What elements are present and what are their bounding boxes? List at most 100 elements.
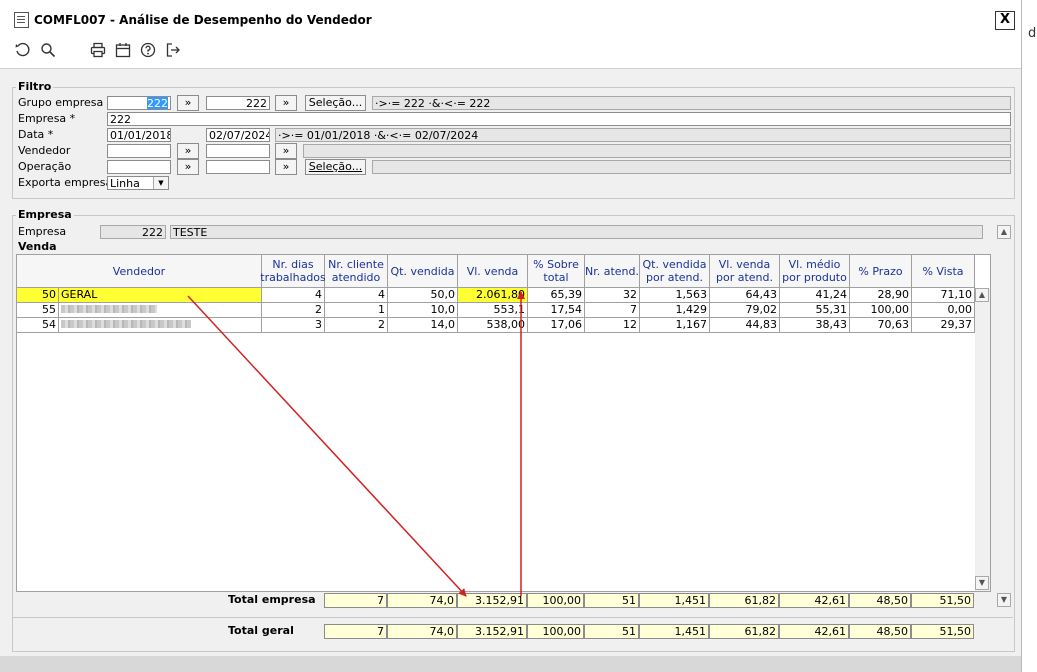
table-cell[interactable]: 44,83: [710, 318, 780, 333]
print-icon[interactable]: [88, 40, 108, 60]
table-cell[interactable]: 0,00: [912, 303, 975, 318]
column-header[interactable]: Vl. venda por atend.: [710, 255, 780, 288]
table-cell[interactable]: 1: [325, 303, 388, 318]
table-cell[interactable]: 14,0: [388, 318, 458, 333]
column-header[interactable]: % Prazo: [850, 255, 912, 288]
table-cell[interactable]: 1,167: [640, 318, 710, 333]
grupo-empresa-range-button[interactable]: »: [177, 95, 199, 111]
table-cell[interactable]: 65,39: [528, 288, 585, 303]
grupo-empresa-to-input[interactable]: 222: [206, 96, 270, 110]
table-cell[interactable]: 28,90: [850, 288, 912, 303]
column-header[interactable]: % Sobre total: [528, 255, 585, 288]
scroll-up-icon[interactable]: ▲: [975, 288, 989, 302]
help-icon[interactable]: [138, 40, 158, 60]
empresa-section-title: Empresa: [16, 208, 74, 221]
vendedor-to-input[interactable]: [206, 144, 270, 158]
exit-icon[interactable]: [163, 40, 183, 60]
vendedor-name-text: GERAL: [61, 288, 98, 301]
redacted-name: [61, 320, 191, 328]
table-cell[interactable]: 79,02: [710, 303, 780, 318]
grupo-empresa-range-button-2[interactable]: »: [275, 95, 297, 111]
chevron-down-icon[interactable]: ▼: [153, 177, 168, 189]
calendar-icon[interactable]: [113, 40, 133, 60]
table-cell[interactable]: 17,54: [528, 303, 585, 318]
operacao-selecao-button[interactable]: Seleção...: [305, 159, 366, 175]
table-cell[interactable]: 100,00: [850, 303, 912, 318]
grupo-empresa-from-input[interactable]: 222: [107, 96, 171, 110]
total-cell: 51,50: [911, 624, 974, 639]
table-cell[interactable]: 29,37: [912, 318, 975, 333]
table-cell[interactable]: 41,24: [780, 288, 850, 303]
grupo-empresa-selecao-button[interactable]: Seleção...: [305, 95, 366, 111]
vendedor-name-cell[interactable]: GERAL: [59, 288, 262, 303]
empresa-input[interactable]: 222: [107, 112, 1011, 126]
table-cell[interactable]: 538,00: [458, 318, 528, 333]
vendedor-name-cell[interactable]: [59, 303, 262, 318]
operacao-range-button-2[interactable]: »: [275, 159, 297, 175]
column-header[interactable]: % Vista: [912, 255, 975, 288]
total-cell: 48,50: [849, 624, 911, 639]
status-bar: [0, 656, 1021, 672]
table-cell[interactable]: 64,43: [710, 288, 780, 303]
table-cell[interactable]: 10,0: [388, 303, 458, 318]
table-cell[interactable]: 7: [585, 303, 640, 318]
table-cell[interactable]: 70,63: [850, 318, 912, 333]
empresa-name-field: TESTE: [170, 225, 983, 239]
table-cell[interactable]: 55,31: [780, 303, 850, 318]
column-header[interactable]: Nr. cliente atendido: [325, 255, 388, 288]
table-cell[interactable]: 12: [585, 318, 640, 333]
table-cell[interactable]: 553,1: [458, 303, 528, 318]
total-cell: 51,50: [911, 593, 974, 608]
column-header[interactable]: Vl. médio por produto: [780, 255, 850, 288]
total-cell: 1,451: [639, 624, 709, 639]
vendedor-from-input[interactable]: [107, 144, 171, 158]
vendedor-code-cell[interactable]: 54: [17, 318, 59, 333]
title-bar: COMFL007 - Análise de Desempenho do Vend…: [0, 0, 1021, 35]
grupo-empresa-expression: ·>·= 222 ·&·<·= 222: [372, 96, 1011, 110]
column-header[interactable]: Qt. vendida: [388, 255, 458, 288]
app-window: COMFL007 - Análise de Desempenho do Vend…: [0, 0, 1022, 672]
column-header[interactable]: Nr. dias trabalhados: [260, 255, 326, 288]
column-header[interactable]: Nr. atend.: [585, 255, 640, 288]
refresh-icon[interactable]: [12, 40, 32, 60]
vendedor-name-cell[interactable]: [59, 318, 262, 333]
vendedor-range-button-2[interactable]: »: [275, 143, 297, 159]
table-cell[interactable]: 1,563: [640, 288, 710, 303]
column-header[interactable]: Vendedor: [17, 255, 262, 288]
search-icon[interactable]: [38, 40, 58, 60]
table-cell[interactable]: 17,06: [528, 318, 585, 333]
scroll-up-icon[interactable]: ▲: [997, 225, 1011, 239]
table-cell[interactable]: 2.061,80: [458, 288, 528, 303]
table-cell[interactable]: 50,0: [388, 288, 458, 303]
exporta-empresa-select[interactable]: Linha ▼: [107, 176, 169, 190]
scroll-down-icon[interactable]: ▼: [997, 593, 1011, 607]
table-cell[interactable]: 4: [325, 288, 388, 303]
table-cell[interactable]: 38,43: [780, 318, 850, 333]
column-header[interactable]: Qt. vendida por atend.: [640, 255, 710, 288]
vendedor-range-button[interactable]: »: [177, 143, 199, 159]
vendedor-code-cell[interactable]: 50: [17, 288, 59, 303]
total-cell: 3.152,91: [457, 593, 527, 608]
table-cell[interactable]: 4: [262, 288, 325, 303]
table-cell[interactable]: 32: [585, 288, 640, 303]
table-cell[interactable]: 2: [325, 318, 388, 333]
data-expression: ·>·= 01/01/2018 ·&·<·= 02/07/2024: [275, 128, 1011, 142]
table-cell[interactable]: 1,429: [640, 303, 710, 318]
column-header[interactable]: Vl. venda: [458, 255, 528, 288]
operacao-range-button[interactable]: »: [177, 159, 199, 175]
document-icon: [14, 12, 29, 28]
table-cell[interactable]: 71,10: [912, 288, 975, 303]
data-to-input[interactable]: 02/07/2024: [206, 128, 270, 142]
operacao-to-input[interactable]: [206, 160, 270, 174]
scroll-down-icon[interactable]: ▼: [975, 576, 989, 590]
vendedor-code-cell[interactable]: 55: [17, 303, 59, 318]
close-button[interactable]: X: [995, 11, 1015, 30]
table-cell[interactable]: 2: [262, 303, 325, 318]
total-cell: 100,00: [527, 624, 584, 639]
vendedor-label: Vendedor: [18, 144, 71, 157]
data-from-input[interactable]: 01/01/2018: [107, 128, 171, 142]
table-cell[interactable]: 3: [262, 318, 325, 333]
table-scrollbar[interactable]: ▲ ▼: [975, 288, 990, 591]
toolbar: [0, 34, 1021, 69]
operacao-from-input[interactable]: [107, 160, 171, 174]
